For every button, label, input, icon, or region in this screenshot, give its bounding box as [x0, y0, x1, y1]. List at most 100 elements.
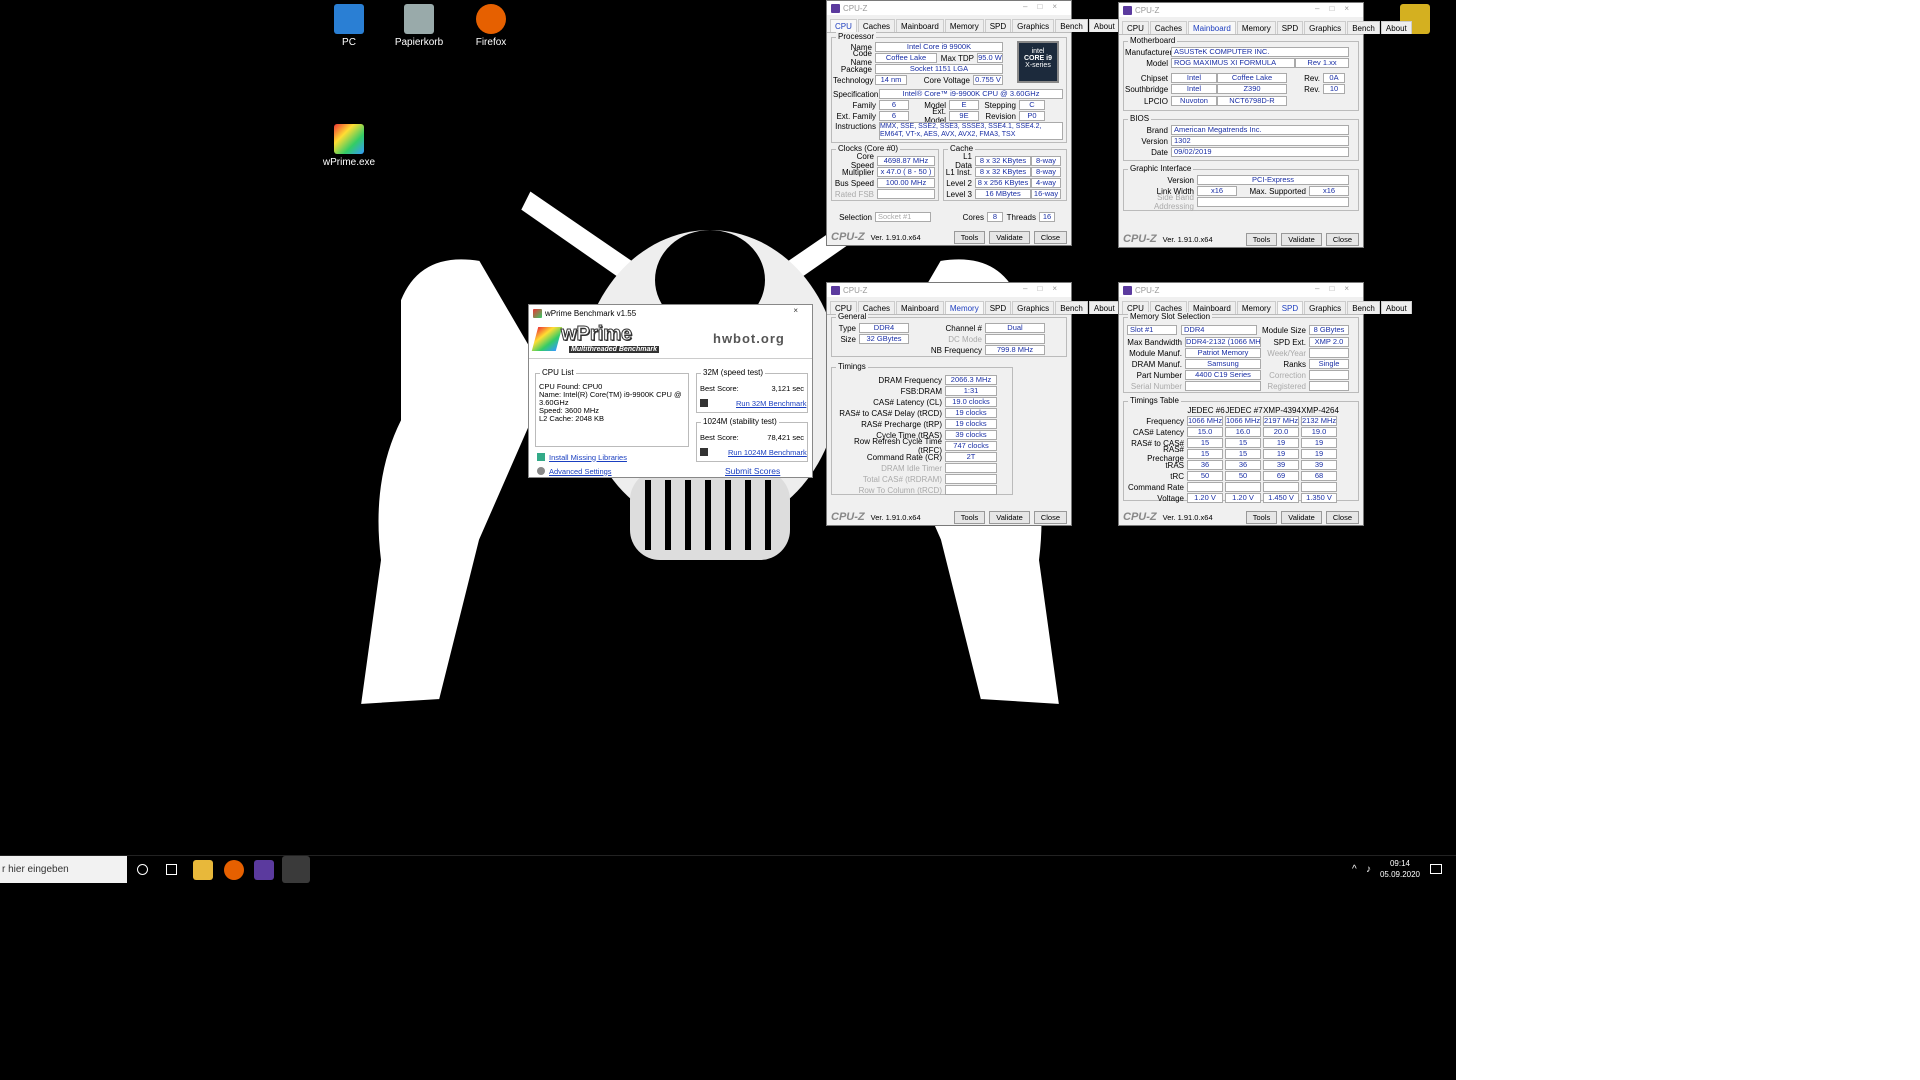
validate-button[interactable]: Validate: [1281, 510, 1322, 524]
timing-row: DRAM Frequency 2066.3 MHz: [833, 375, 997, 385]
tab-bench[interactable]: Bench: [1347, 301, 1380, 314]
title-bar[interactable]: CPU-Z –□×: [1119, 283, 1363, 297]
southbridge-rev-value: 10: [1323, 84, 1345, 94]
tab-about[interactable]: About: [1380, 301, 1412, 314]
close-button[interactable]: Close: [1033, 510, 1067, 524]
tab-spd[interactable]: SPD: [1276, 301, 1304, 314]
advanced-settings-link[interactable]: Advanced Settings: [549, 467, 612, 476]
file-explorer-icon[interactable]: [193, 860, 213, 880]
tab-spd[interactable]: SPD: [984, 301, 1012, 314]
tab-memory[interactable]: Memory: [944, 19, 984, 32]
tools-button[interactable]: Tools: [1245, 510, 1278, 524]
tab-caches[interactable]: Caches: [857, 19, 896, 32]
desktop-icon-pc[interactable]: PC: [314, 4, 384, 48]
tab-bar: CPU Caches Mainboard Memory SPD Graphics Bench…: [1119, 17, 1412, 35]
cortana-icon[interactable]: [137, 864, 148, 875]
wprime-taskbar-icon[interactable]: [282, 856, 310, 883]
l2-label: Level 2: [946, 178, 972, 188]
tab-memory[interactable]: Memory: [944, 301, 984, 314]
notification-icon[interactable]: [1430, 864, 1442, 874]
title-bar[interactable]: CPU-Z –□×: [1119, 3, 1363, 17]
tab-spd[interactable]: SPD: [1276, 21, 1304, 34]
cpuz-cpu-window[interactable]: CPU-Z –□× CPU Caches Mainboard Memory SPD Grap…: [826, 0, 1120, 246]
cpuz-logo: CPU-Z: [1123, 511, 1157, 523]
search-input[interactable]: r hier eingeben: [0, 856, 127, 883]
desktop-icon-recycle-bin[interactable]: Papierkorb: [384, 4, 454, 48]
wprime-window[interactable]: wPrime Benchmark v1.55 × wPrime Multithre…: [528, 304, 813, 478]
validate-button[interactable]: Validate: [1281, 232, 1322, 246]
bios-brand-value: American Megatrends Inc.: [1171, 125, 1349, 135]
tab-about[interactable]: About: [1088, 301, 1120, 314]
tab-graphics[interactable]: Graphics: [1012, 301, 1055, 314]
revision-label: Revision: [985, 111, 1016, 121]
tab-memory[interactable]: Memory: [1236, 301, 1276, 314]
tab-bench[interactable]: Bench: [1055, 19, 1088, 32]
spd-timing-row: RAS# Precharge 15 15 19 19: [1125, 445, 1339, 463]
validate-button[interactable]: Validate: [989, 230, 1030, 244]
run-1024m-benchmark-link[interactable]: Run 1024M Benchmark: [728, 448, 807, 457]
tab-bench[interactable]: Bench: [1347, 21, 1380, 34]
title-bar[interactable]: CPU-Z –□×: [827, 1, 1071, 15]
window-controls[interactable]: –□×: [1023, 284, 1067, 293]
tab-cpu[interactable]: CPU: [830, 19, 857, 32]
clock[interactable]: 09:14 05.09.2020: [1380, 858, 1420, 880]
tab-graphics[interactable]: Graphics: [1304, 301, 1347, 314]
cpuz-memory-window[interactable]: CPU-Z –□× CPU Caches Mainboard Memory SPD Grap…: [826, 282, 1120, 526]
install-missing-libraries-link[interactable]: Install Missing Libraries: [549, 453, 627, 462]
chevron-up-icon[interactable]: ^: [1352, 864, 1357, 875]
spd-timing-value: 1.20 V: [1225, 493, 1261, 503]
close-button[interactable]: Close: [1325, 510, 1359, 524]
socket-select[interactable]: Socket #1: [875, 212, 931, 222]
tab-memory[interactable]: Memory: [1236, 21, 1276, 34]
tools-button[interactable]: Tools: [953, 230, 986, 244]
cpuz-taskbar-icon[interactable]: [254, 860, 274, 880]
tab-mainboard[interactable]: Mainboard: [896, 301, 944, 314]
firefox-taskbar-icon[interactable]: [224, 860, 244, 880]
window-title: wPrime Benchmark v1.55: [545, 308, 637, 318]
wprime-banner: wPrime Multithreaded Benchmark hwbot.org: [529, 321, 812, 359]
tools-button[interactable]: Tools: [1245, 232, 1278, 246]
cpu-list-box[interactable]: CPU Found: CPU0 Name: Intel(R) Core(TM) …: [539, 383, 685, 443]
submit-scores-link[interactable]: Submit Scores: [725, 466, 780, 476]
speaker-icon[interactable]: ♪: [1366, 864, 1371, 875]
technology-value: 14 nm: [875, 75, 907, 85]
title-bar[interactable]: CPU-Z –□×: [827, 283, 1071, 297]
save-icon[interactable]: [700, 399, 708, 407]
tab-caches[interactable]: Caches: [1149, 21, 1188, 34]
cpuz-spd-window[interactable]: CPU-Z –□× CPU Caches Mainboard Memory SPD Grap…: [1118, 282, 1412, 526]
window-controls[interactable]: –□×: [1315, 4, 1359, 13]
slot-select[interactable]: Slot #1: [1127, 325, 1177, 335]
close-button[interactable]: Close: [1325, 232, 1359, 246]
tab-graphics[interactable]: Graphics: [1012, 19, 1055, 32]
tab-about[interactable]: About: [1380, 21, 1412, 34]
tab-bench[interactable]: Bench: [1055, 301, 1088, 314]
max-bandwidth-label: Max Bandwidth: [1127, 337, 1182, 347]
close-button[interactable]: Close: [1033, 230, 1067, 244]
title-bar[interactable]: wPrime Benchmark v1.55 ×: [529, 305, 812, 321]
save-icon[interactable]: [700, 448, 708, 456]
run-32m-benchmark-link[interactable]: Run 32M Benchmark: [736, 399, 806, 408]
tab-mainboard[interactable]: Mainboard: [896, 19, 944, 32]
link-width-value: x16: [1197, 186, 1237, 196]
desktop-icon-label: Papierkorb: [394, 37, 444, 48]
window-controls[interactable]: –□×: [1023, 2, 1067, 11]
hwbot-logo: hwbot.org: [713, 331, 785, 346]
desktop-icon-wprime[interactable]: wPrime.exe: [314, 124, 384, 168]
tab-about[interactable]: About: [1088, 19, 1120, 32]
tools-button[interactable]: Tools: [953, 510, 986, 524]
cpuz-mainboard-window[interactable]: CPU-Z –□× CPU Caches Mainboard Memory SPD Grap…: [1118, 2, 1412, 248]
window-controls[interactable]: –□×: [1315, 284, 1359, 293]
desktop-icon-firefox[interactable]: Firefox: [456, 4, 526, 48]
spd-timing-value: 19: [1263, 449, 1299, 459]
spd-timing-value: [1301, 482, 1337, 492]
tab-graphics[interactable]: Graphics: [1304, 21, 1347, 34]
validate-button[interactable]: Validate: [989, 510, 1030, 524]
task-view-icon[interactable]: [166, 864, 177, 875]
tab-spd[interactable]: SPD: [984, 19, 1012, 32]
close-icon[interactable]: ×: [793, 306, 808, 315]
tdp-value: 95.0 W: [977, 53, 1003, 63]
timing-row: CAS# Latency (CL) 19.0 clocks: [833, 397, 997, 407]
tab-cpu[interactable]: CPU: [1122, 21, 1149, 34]
tab-mainboard[interactable]: Mainboard: [1188, 21, 1236, 34]
timing-row: RAS# Precharge (tRP) 19 clocks: [833, 419, 997, 429]
